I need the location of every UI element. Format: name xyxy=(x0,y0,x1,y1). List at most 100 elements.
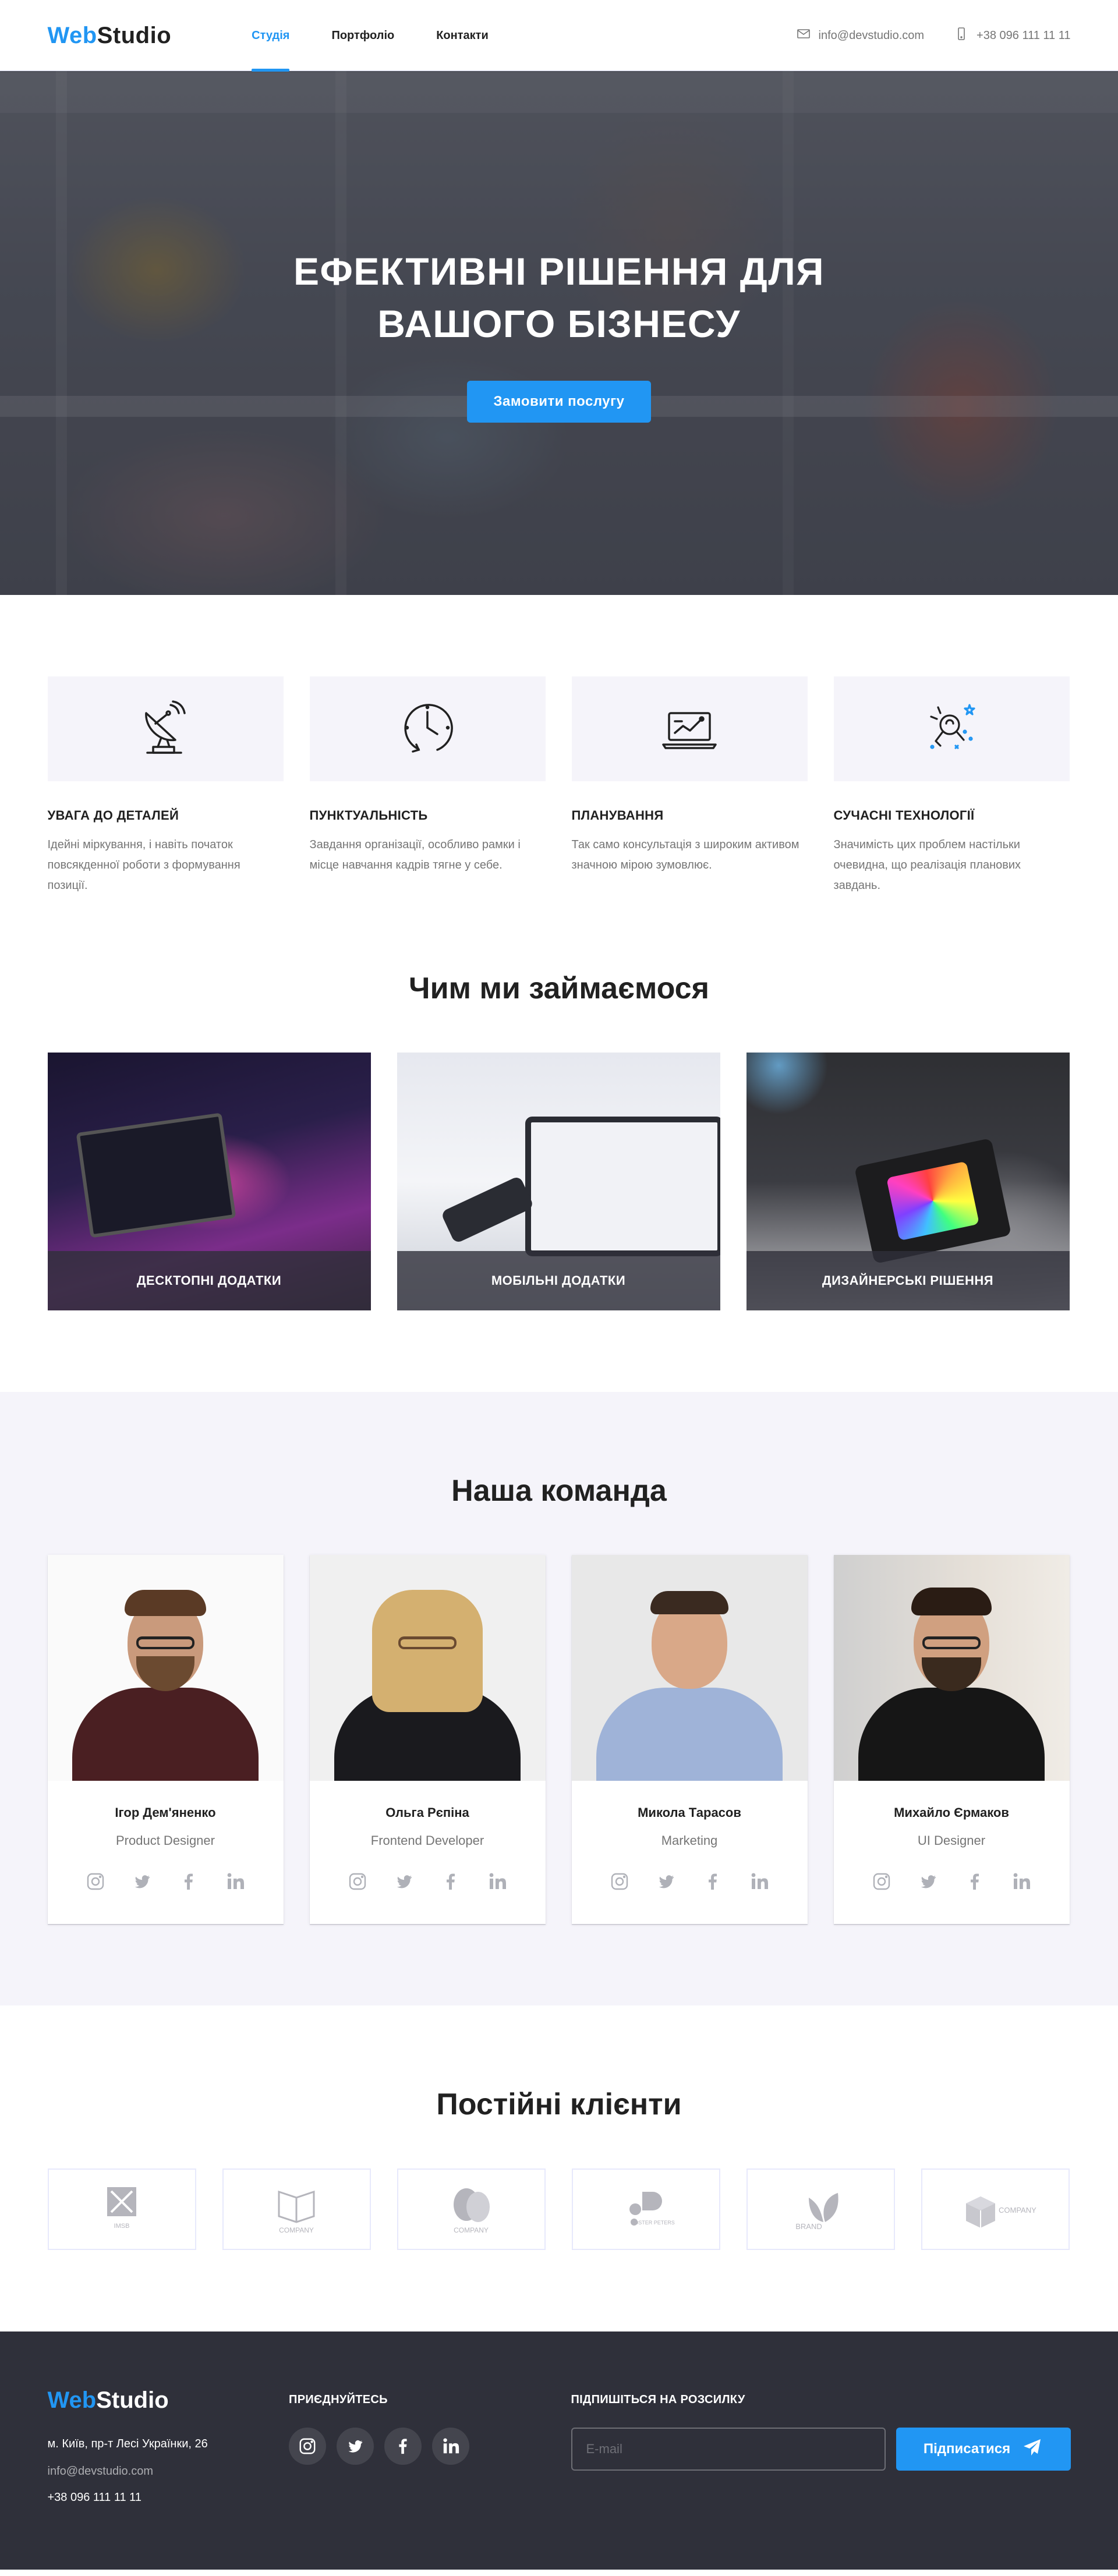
member-name: Микола Тарасов xyxy=(638,1805,741,1820)
feature-text: Ідейні міркування, і навіть початок повс… xyxy=(47,838,240,892)
client-logo-text: POSTER PETERS xyxy=(631,2220,675,2226)
footer-address[interactable]: м. Київ, пр-т Лесі Українки, 26 xyxy=(48,2436,289,2452)
team-member-card: Михайло Єрмаков UI Designer xyxy=(833,1555,1070,1925)
service-card-desktop[interactable]: Десктопні додатки xyxy=(47,1053,371,1311)
service-caption: Десктопні додатки xyxy=(47,1251,371,1311)
footer-social-heading: Приєднуйтесь xyxy=(289,2393,388,2407)
service-card-mobile[interactable]: Мобільні додатки xyxy=(397,1053,720,1311)
logo-web: Web xyxy=(47,22,97,48)
facebook-icon[interactable] xyxy=(965,1872,985,1891)
phone-icon xyxy=(954,27,968,44)
footer-logo-studio: Studio xyxy=(96,2387,169,2414)
logo[interactable]: WebStudio xyxy=(48,23,172,49)
feature-title: Сучасні технології xyxy=(833,808,975,823)
twitter-icon[interactable] xyxy=(132,1872,152,1891)
linkedin-icon[interactable] xyxy=(432,2428,470,2465)
instagram-icon[interactable] xyxy=(289,2428,327,2465)
footer-logo[interactable]: WebStudio xyxy=(48,2387,289,2414)
client-logo[interactable]: BRAND xyxy=(746,2168,895,2251)
member-role: Marketing xyxy=(661,1833,718,1848)
client-logo[interactable]: POSTER PETERS xyxy=(571,2168,720,2251)
team-member-card: Ольга Рєпіна Frontend Developer xyxy=(309,1555,546,1925)
header-phone-link[interactable]: +38 096 111 11 11 xyxy=(954,27,1071,44)
footer-subscribe-heading: Підпишіться на розсилку xyxy=(571,2393,745,2407)
features-section: Увага до деталей Ідейні міркування, і на… xyxy=(0,595,1118,948)
client-logo-text: BRAND xyxy=(795,2222,822,2231)
client-logo[interactable]: IMSB xyxy=(47,2168,196,2251)
envelope-icon xyxy=(797,27,811,44)
clients-title: Постійні клієнти xyxy=(436,2088,682,2122)
clients-section: Постійні клієнти IMSB COMPANY COMPANY PO… xyxy=(0,2005,1118,2331)
member-socials xyxy=(48,1872,284,1891)
client-logo[interactable]: COMPANY xyxy=(921,2168,1070,2251)
member-name: Михайло Єрмаков xyxy=(894,1805,1009,1820)
subscribe-form: Підписатися xyxy=(571,2428,1071,2471)
feature-card: Пунктуальність Завдання організації, осо… xyxy=(309,676,546,895)
header-contacts: info@devstudio.com +38 096 111 11 11 xyxy=(797,27,1071,44)
twitter-icon[interactable] xyxy=(394,1872,414,1891)
astronaut-icon xyxy=(919,696,983,763)
instagram-icon[interactable] xyxy=(86,1872,105,1891)
nav-portfolio[interactable]: Портфоліо xyxy=(331,0,394,71)
hero-title: ЕФЕКТИВНІ РІШЕННЯ ДЛЯ ВАШОГО БІЗНЕСУ xyxy=(268,246,850,350)
header-email-link[interactable]: info@devstudio.com xyxy=(797,27,925,44)
twitter-icon[interactable] xyxy=(918,1872,938,1891)
feature-title: Увага до деталей xyxy=(47,808,179,823)
facebook-icon[interactable] xyxy=(703,1872,723,1891)
footer-socials xyxy=(289,2428,571,2465)
service-label: Дизайнерські рішення xyxy=(822,1273,994,1288)
satellite-dish-icon xyxy=(133,696,197,763)
linkedin-icon[interactable] xyxy=(1011,1872,1031,1891)
team-section: Наша команда Ігор Дем'яненко Product Des… xyxy=(0,1392,1118,2006)
client-logo[interactable]: COMPANY xyxy=(222,2168,371,2251)
member-role: Frontend Developer xyxy=(370,1833,484,1848)
site-footer: WebStudio м. Київ, пр-т Лесі Українки, 2… xyxy=(0,2331,1118,2570)
twitter-icon[interactable] xyxy=(656,1872,676,1891)
clock-icon xyxy=(395,696,459,763)
service-label: Мобільні додатки xyxy=(491,1273,626,1288)
header-email: info@devstudio.com xyxy=(818,29,925,42)
instagram-icon[interactable] xyxy=(610,1872,629,1891)
linkedin-icon[interactable] xyxy=(225,1872,245,1891)
team-member-card: Микола Тарасов Marketing xyxy=(571,1555,808,1925)
subscribe-email-input[interactable] xyxy=(571,2428,886,2471)
footer-email[interactable]: info@devstudio.com xyxy=(48,2465,289,2478)
member-photo xyxy=(571,1555,808,1781)
instagram-icon[interactable] xyxy=(348,1872,367,1891)
hero-title-line1: ЕФЕКТИВНІ РІШЕННЯ ДЛЯ xyxy=(293,250,825,293)
instagram-icon[interactable] xyxy=(872,1872,891,1891)
service-card-design[interactable]: Дизайнерські рішення xyxy=(746,1053,1070,1311)
twitter-icon[interactable] xyxy=(337,2428,374,2465)
footer-phone[interactable]: +38 096 111 11 11 xyxy=(48,2491,289,2504)
member-photo xyxy=(309,1555,546,1781)
subscribe-button-label: Підписатися xyxy=(923,2441,1011,2457)
member-socials xyxy=(310,1872,546,1891)
services-section: Чим ми займаємося Десктопні додатки Мобі… xyxy=(0,948,1118,1392)
member-socials xyxy=(572,1872,808,1891)
services-title: Чим ми займаємося xyxy=(409,972,709,1006)
feature-card: Планування Так само консультація з широк… xyxy=(571,676,808,895)
nav-contacts[interactable]: Контакти xyxy=(436,0,489,71)
nav-studio[interactable]: Студія xyxy=(252,0,290,72)
site-header: WebStudio Студія Портфоліо Контакти info… xyxy=(0,0,1118,72)
hero-section: ЕФЕКТИВНІ РІШЕННЯ ДЛЯ ВАШОГО БІЗНЕСУ Зам… xyxy=(0,71,1118,595)
feature-text: Завдання організації, особливо рамки і м… xyxy=(309,838,521,871)
order-service-button[interactable]: Замовити послугу xyxy=(466,380,652,423)
client-logo-text: COMPANY xyxy=(454,2226,489,2234)
feature-title: Пунктуальність xyxy=(309,808,428,823)
service-caption: Дизайнерські рішення xyxy=(746,1251,1070,1311)
laptop-chart-icon xyxy=(657,696,721,763)
member-photo xyxy=(833,1555,1070,1781)
client-logo[interactable]: COMPANY xyxy=(397,2168,546,2251)
linkedin-icon[interactable] xyxy=(749,1872,769,1891)
main-nav: Студія Портфоліо Контакти xyxy=(252,0,530,72)
facebook-icon[interactable] xyxy=(384,2428,422,2465)
linkedin-icon[interactable] xyxy=(487,1872,507,1891)
member-socials xyxy=(834,1872,1070,1891)
send-icon xyxy=(1022,2437,1043,2462)
subscribe-button[interactable]: Підписатися xyxy=(896,2428,1071,2471)
facebook-icon[interactable] xyxy=(179,1872,199,1891)
client-logo-text: COMPANY xyxy=(999,2206,1036,2214)
facebook-icon[interactable] xyxy=(441,1872,461,1891)
member-role: UI Designer xyxy=(917,1833,986,1848)
